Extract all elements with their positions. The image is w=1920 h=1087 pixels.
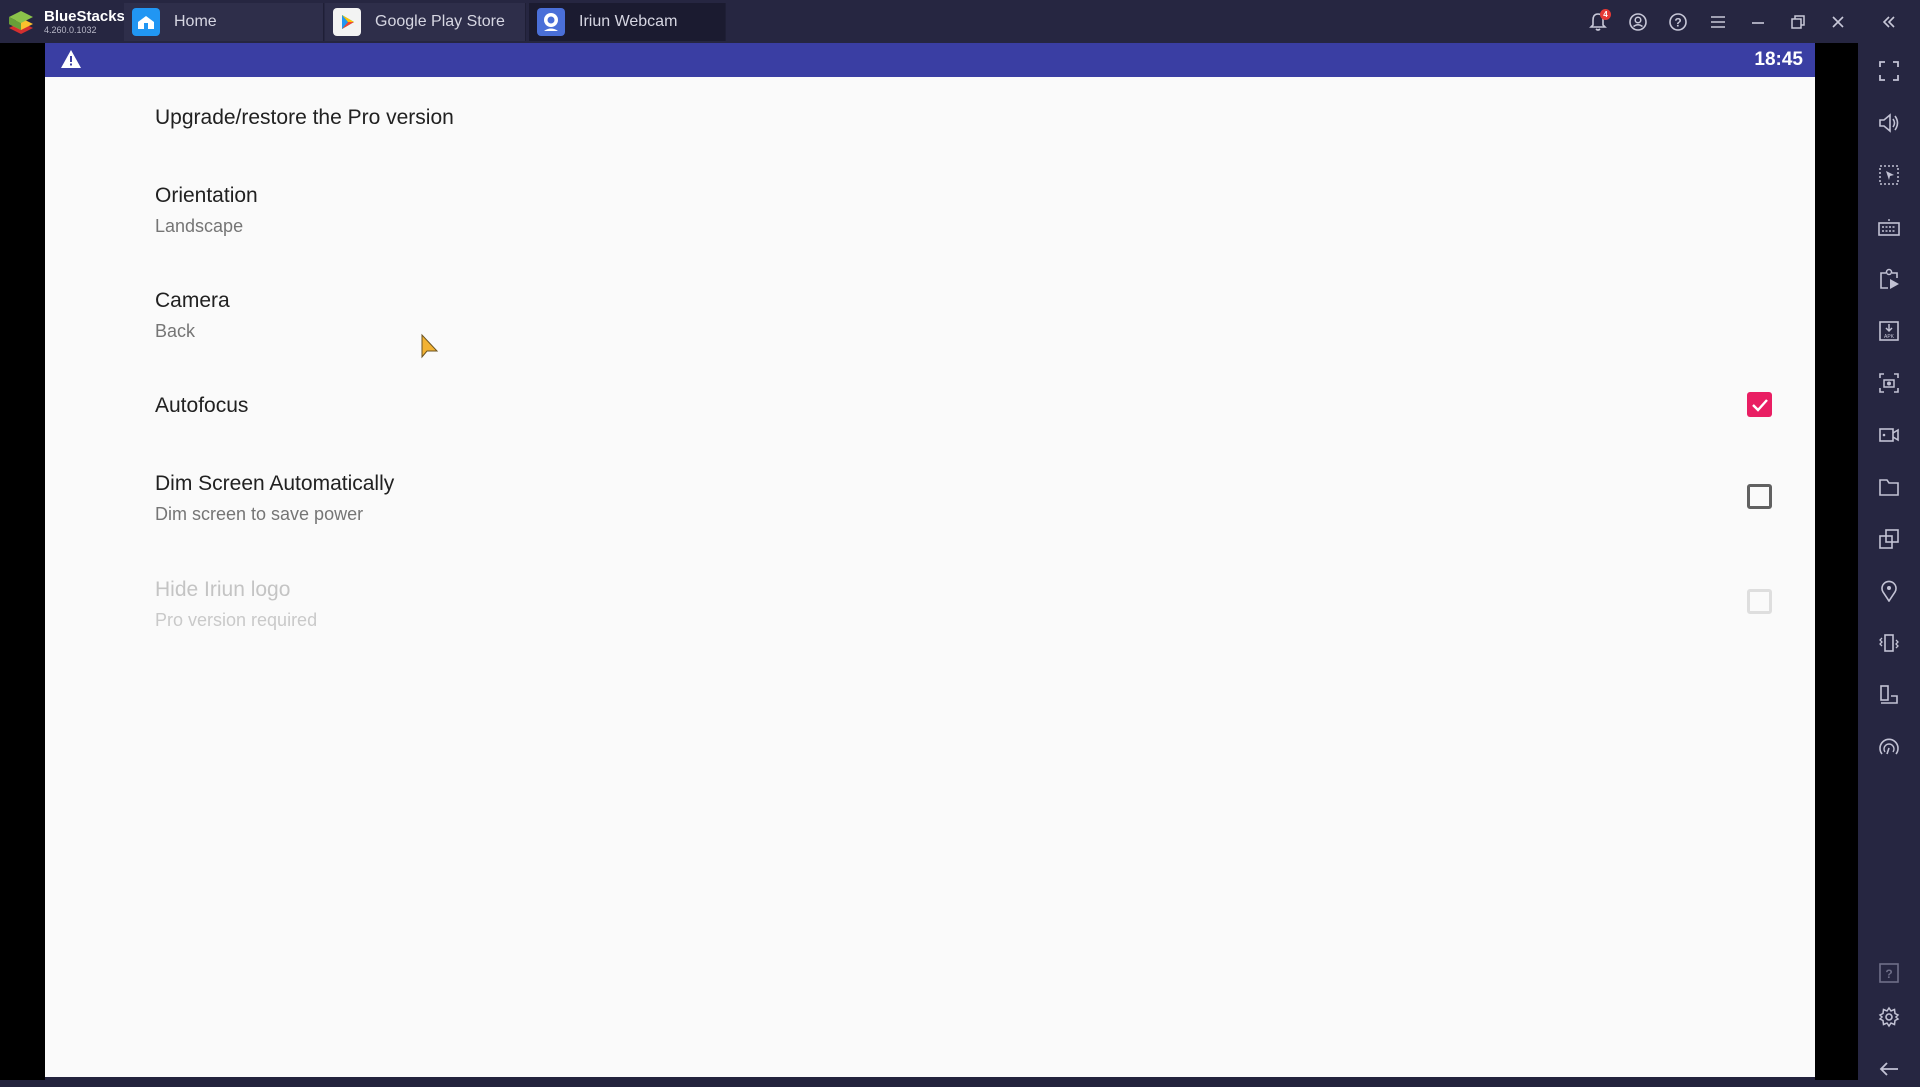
multi-instance-button[interactable]: [1858, 521, 1920, 557]
macro-play-icon: [1880, 268, 1899, 289]
hide-logo-checkbox: [1747, 589, 1772, 614]
back-button[interactable]: [1858, 1051, 1920, 1087]
pref-title: Dim Screen Automatically: [155, 472, 395, 495]
install-apk-icon: APK: [1879, 321, 1899, 341]
right-sidebar: APK ?: [1858, 43, 1920, 1080]
minimize-icon: [1752, 21, 1764, 24]
settings-icon: [1878, 1006, 1900, 1028]
tab-home[interactable]: Home: [124, 3, 324, 41]
pref-camera[interactable]: Camera Back: [155, 289, 230, 342]
back-icon: [1879, 1062, 1898, 1076]
right-margin: [1815, 43, 1858, 1080]
dim-screen-checkbox[interactable]: [1747, 484, 1772, 509]
pref-dim-screen[interactable]: Dim Screen Automatically Dim screen to s…: [155, 472, 394, 525]
pref-title: Orientation: [155, 184, 258, 207]
pref-title: Camera: [155, 289, 230, 312]
restore-icon: [1791, 14, 1805, 29]
screenshot-button[interactable]: [1858, 365, 1920, 401]
volume-button[interactable]: [1858, 105, 1920, 141]
install-apk-button[interactable]: APK: [1858, 313, 1920, 349]
menu-button[interactable]: [1698, 0, 1738, 43]
pref-title: Autofocus: [155, 394, 249, 417]
notifications-button[interactable]: 4: [1578, 0, 1618, 43]
collapse-sidebar-icon: [1882, 15, 1895, 28]
android-screen: 18:45 Upgrade/restore the Pro version Or…: [45, 43, 1815, 1077]
shake-icon: [1879, 634, 1899, 652]
restore-button[interactable]: [1778, 0, 1818, 43]
shake-button[interactable]: [1858, 625, 1920, 661]
rotate-icon: [1880, 685, 1898, 704]
title-bar: BlueStacks 4.260.0.1032 Home Google Play…: [0, 0, 1920, 44]
keyboard-icon: [1878, 219, 1900, 236]
help-icon: ?: [1879, 963, 1899, 983]
webcam-icon: [537, 8, 565, 36]
pref-hide-logo: Hide Iriun logo Pro version required: [155, 578, 317, 631]
folder-button[interactable]: [1858, 469, 1920, 505]
svg-text:?: ?: [1674, 15, 1681, 29]
svg-text:APK: APK: [1884, 334, 1895, 340]
multi-instance-icon: [1879, 529, 1899, 549]
performance-icon: [1879, 738, 1899, 755]
pref-summary: Dim screen to save power: [155, 504, 364, 524]
bluestacks-logo-icon: [6, 8, 36, 36]
app-name: BlueStacks: [44, 8, 125, 25]
checkmark-icon: [1751, 398, 1768, 412]
home-icon: [132, 8, 160, 36]
pref-title: Hide Iriun logo: [155, 578, 291, 601]
bluestacks-brand: BlueStacks 4.260.0.1032: [6, 4, 125, 40]
rotate-button[interactable]: [1858, 677, 1920, 713]
collapse-sidebar-button[interactable]: [1858, 0, 1920, 43]
status-bar: 18:45: [45, 43, 1815, 77]
pref-upgrade-pro[interactable]: Upgrade/restore the Pro version: [155, 106, 454, 130]
status-clock: 18:45: [1754, 49, 1803, 70]
pref-title: Upgrade/restore the Pro version: [155, 106, 454, 129]
svg-text:?: ?: [1885, 967, 1892, 981]
pointer-select-icon: [1879, 165, 1899, 185]
settings-button[interactable]: [1858, 999, 1920, 1035]
record-video-button[interactable]: [1858, 417, 1920, 453]
pref-summary: Pro version required: [155, 610, 318, 630]
tab-label: Home: [174, 13, 217, 30]
left-margin: [0, 43, 45, 1080]
folder-icon: [1879, 479, 1899, 496]
record-video-icon: [1879, 428, 1899, 442]
tab-iriun-webcam[interactable]: Iriun Webcam: [529, 3, 726, 41]
tab-google-play-store[interactable]: Google Play Store: [325, 3, 526, 41]
autofocus-checkbox[interactable]: [1747, 392, 1772, 417]
help-icon: ?: [1669, 12, 1687, 31]
account-icon: [1629, 12, 1647, 31]
mouse-cursor-icon: [421, 333, 439, 359]
pref-summary: Landscape: [155, 216, 244, 236]
volume-icon: [1879, 113, 1899, 133]
app-version: 4.260.0.1032: [44, 25, 97, 35]
pref-summary: Back: [155, 321, 196, 341]
screenshot-icon: [1879, 373, 1899, 393]
performance-button[interactable]: [1858, 729, 1920, 765]
notification-badge: 4: [1600, 9, 1611, 20]
fullscreen-icon: [1879, 61, 1899, 81]
location-icon: [1881, 580, 1897, 602]
minimize-button[interactable]: [1738, 0, 1778, 43]
fullscreen-button[interactable]: [1858, 53, 1920, 89]
warning-icon: [61, 50, 81, 68]
pointer-select-button[interactable]: [1858, 157, 1920, 193]
keyboard-button[interactable]: [1858, 209, 1920, 245]
help-button[interactable]: ?: [1658, 0, 1698, 43]
menu-icon: [1711, 15, 1725, 28]
macro-button[interactable]: [1858, 261, 1920, 297]
pref-autofocus[interactable]: Autofocus: [155, 394, 248, 418]
tab-label: Google Play Store: [375, 13, 505, 30]
sidebar-help-button[interactable]: ?: [1858, 955, 1920, 991]
close-button[interactable]: [1818, 0, 1858, 43]
close-icon: [1832, 15, 1844, 28]
tab-label: Iriun Webcam: [579, 13, 678, 30]
play-store-icon: [333, 8, 361, 36]
location-button[interactable]: [1858, 573, 1920, 609]
pref-orientation[interactable]: Orientation Landscape: [155, 184, 258, 237]
account-button[interactable]: [1618, 0, 1658, 43]
